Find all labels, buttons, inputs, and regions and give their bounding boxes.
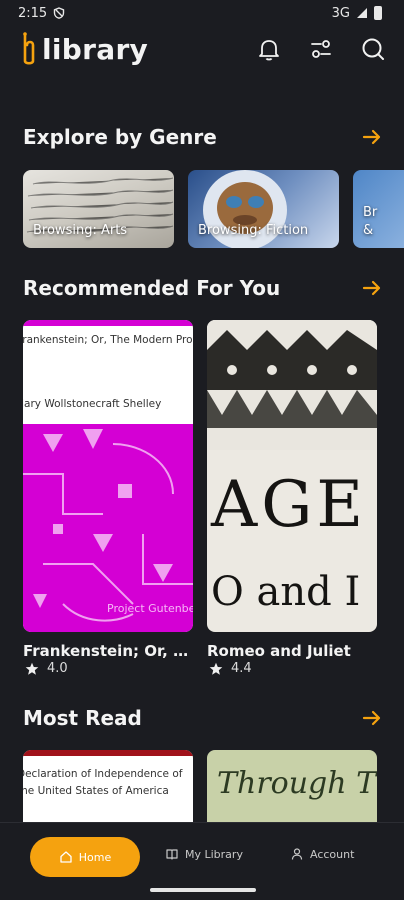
- cover-top-strip: [23, 320, 193, 326]
- section-title-recommended: Recommended For You: [23, 276, 281, 300]
- cover-pattern-image: [23, 424, 193, 632]
- nav-my-library-label: My Library: [185, 847, 243, 861]
- shield-status-icon: [54, 7, 65, 19]
- genre-card-arts[interactable]: Browsing: Arts: [23, 170, 174, 248]
- cover-line-2: O and I: [211, 569, 361, 615]
- book-card-frankenstein[interactable]: Frankenstein; Or, The Modern Prometheus …: [23, 320, 193, 632]
- cover-title: Declaration of Independence of the Unite…: [23, 768, 183, 797]
- section-title-explore: Explore by Genre: [23, 125, 217, 149]
- rating-value: 4.0: [47, 661, 68, 676]
- home-icon: [60, 851, 72, 863]
- arrow-right-icon[interactable]: [360, 706, 384, 730]
- nav-my-library[interactable]: My Library: [165, 847, 243, 861]
- network-label: 3G: [331, 5, 350, 21]
- signal-icon: [357, 8, 367, 18]
- genre-carousel[interactable]: Browsing: Arts Browsing: Fiction Br &: [23, 170, 404, 248]
- section-title-most-read: Most Read: [23, 706, 142, 730]
- genre-label: Browsing: Fiction: [198, 223, 309, 238]
- bell-icon[interactable]: [256, 36, 282, 62]
- book-rating: 4.4: [209, 661, 252, 676]
- nav-account-label: Account: [310, 847, 355, 861]
- filter-icon[interactable]: [308, 36, 334, 62]
- genre-card-fiction[interactable]: Browsing: Fiction: [188, 170, 339, 248]
- cover-title: Through The: [217, 766, 377, 801]
- genre-label: Br &: [363, 205, 378, 238]
- status-bar: 2:15 3G: [0, 0, 404, 26]
- arrow-right-icon[interactable]: [360, 276, 384, 300]
- star-icon: [25, 662, 39, 675]
- cover-author: Mary Wollstonecraft Shelley: [23, 398, 162, 410]
- nav-home-button[interactable]: Home: [30, 837, 140, 877]
- nav-home-label: Home: [78, 850, 112, 864]
- book-icon: [166, 849, 178, 860]
- book-card-declaration[interactable]: Declaration of Independence of the Unite…: [23, 750, 193, 822]
- genre-card-partial[interactable]: Br &: [353, 170, 404, 248]
- cover-line-1: AGE: [211, 468, 368, 542]
- nav-account[interactable]: Account: [290, 847, 354, 861]
- rating-value: 4.4: [231, 661, 252, 676]
- person-icon: [291, 848, 303, 860]
- star-icon: [209, 662, 223, 675]
- logo-text: library: [42, 32, 149, 66]
- book-card-romeo-juliet[interactable]: AGE O and I: [207, 320, 377, 632]
- genre-label: Browsing: Arts: [33, 223, 128, 238]
- cover-title: Frankenstein; Or, The Modern Prometheus: [23, 334, 193, 346]
- home-indicator[interactable]: [150, 888, 256, 892]
- bottom-navigation: Home My Library Account: [0, 822, 404, 900]
- logo-mark-icon: [23, 32, 35, 65]
- book-rating: 4.0: [25, 661, 68, 676]
- arrow-right-icon[interactable]: [360, 125, 384, 149]
- app-header: library: [0, 26, 404, 72]
- cover-top-strip: [23, 750, 193, 756]
- book-title[interactable]: Frankenstein; Or, Th…: [23, 642, 195, 660]
- search-icon[interactable]: [360, 36, 386, 62]
- book-title[interactable]: Romeo and Juliet: [207, 642, 379, 660]
- battery-icon: [374, 6, 382, 20]
- cover-ornament-image: [207, 320, 377, 450]
- book-card-through-the[interactable]: Through The: [207, 750, 377, 822]
- cover-publisher: Project Gutenberg: [107, 602, 193, 615]
- status-time: 2:15: [18, 5, 48, 21]
- app-logo: library: [20, 31, 148, 67]
